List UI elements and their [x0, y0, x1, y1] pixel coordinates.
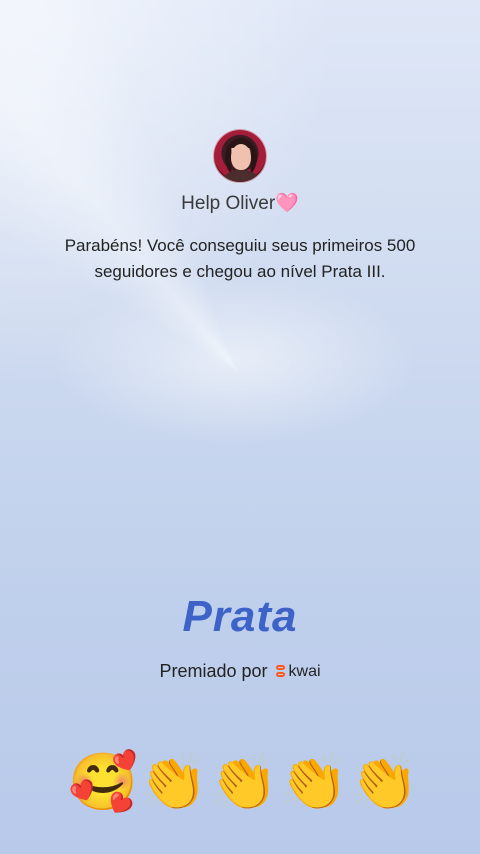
clapping-hands-emoji[interactable]: 👏	[138, 755, 208, 811]
clapping-hands-emoji[interactable]: 👏	[349, 755, 419, 811]
kwai-logo-icon	[275, 665, 287, 679]
awarded-prefix: Premiado por	[159, 661, 268, 681]
level-title: Prata	[182, 592, 298, 641]
username: Help Oliver🩷	[181, 193, 299, 214]
clapping-hands-emoji[interactable]: 👏	[209, 755, 279, 811]
avatar-face	[231, 144, 251, 170]
clapping-hands-emoji[interactable]: 👏	[279, 755, 349, 811]
avatar[interactable]	[213, 129, 267, 183]
congrats-message: Parabéns! Você conseguiu seus primeiros …	[64, 236, 416, 281]
smiling-face-with-hearts-emoji[interactable]: 🥰	[68, 755, 138, 811]
avatar-body	[224, 170, 258, 182]
brand: kwai	[275, 663, 321, 681]
brand-name: kwai	[288, 663, 321, 681]
awarded-by: Premiado por kwai	[0, 661, 480, 682]
reaction-row: 🥰 👏 👏 👏 👏	[68, 748, 419, 818]
